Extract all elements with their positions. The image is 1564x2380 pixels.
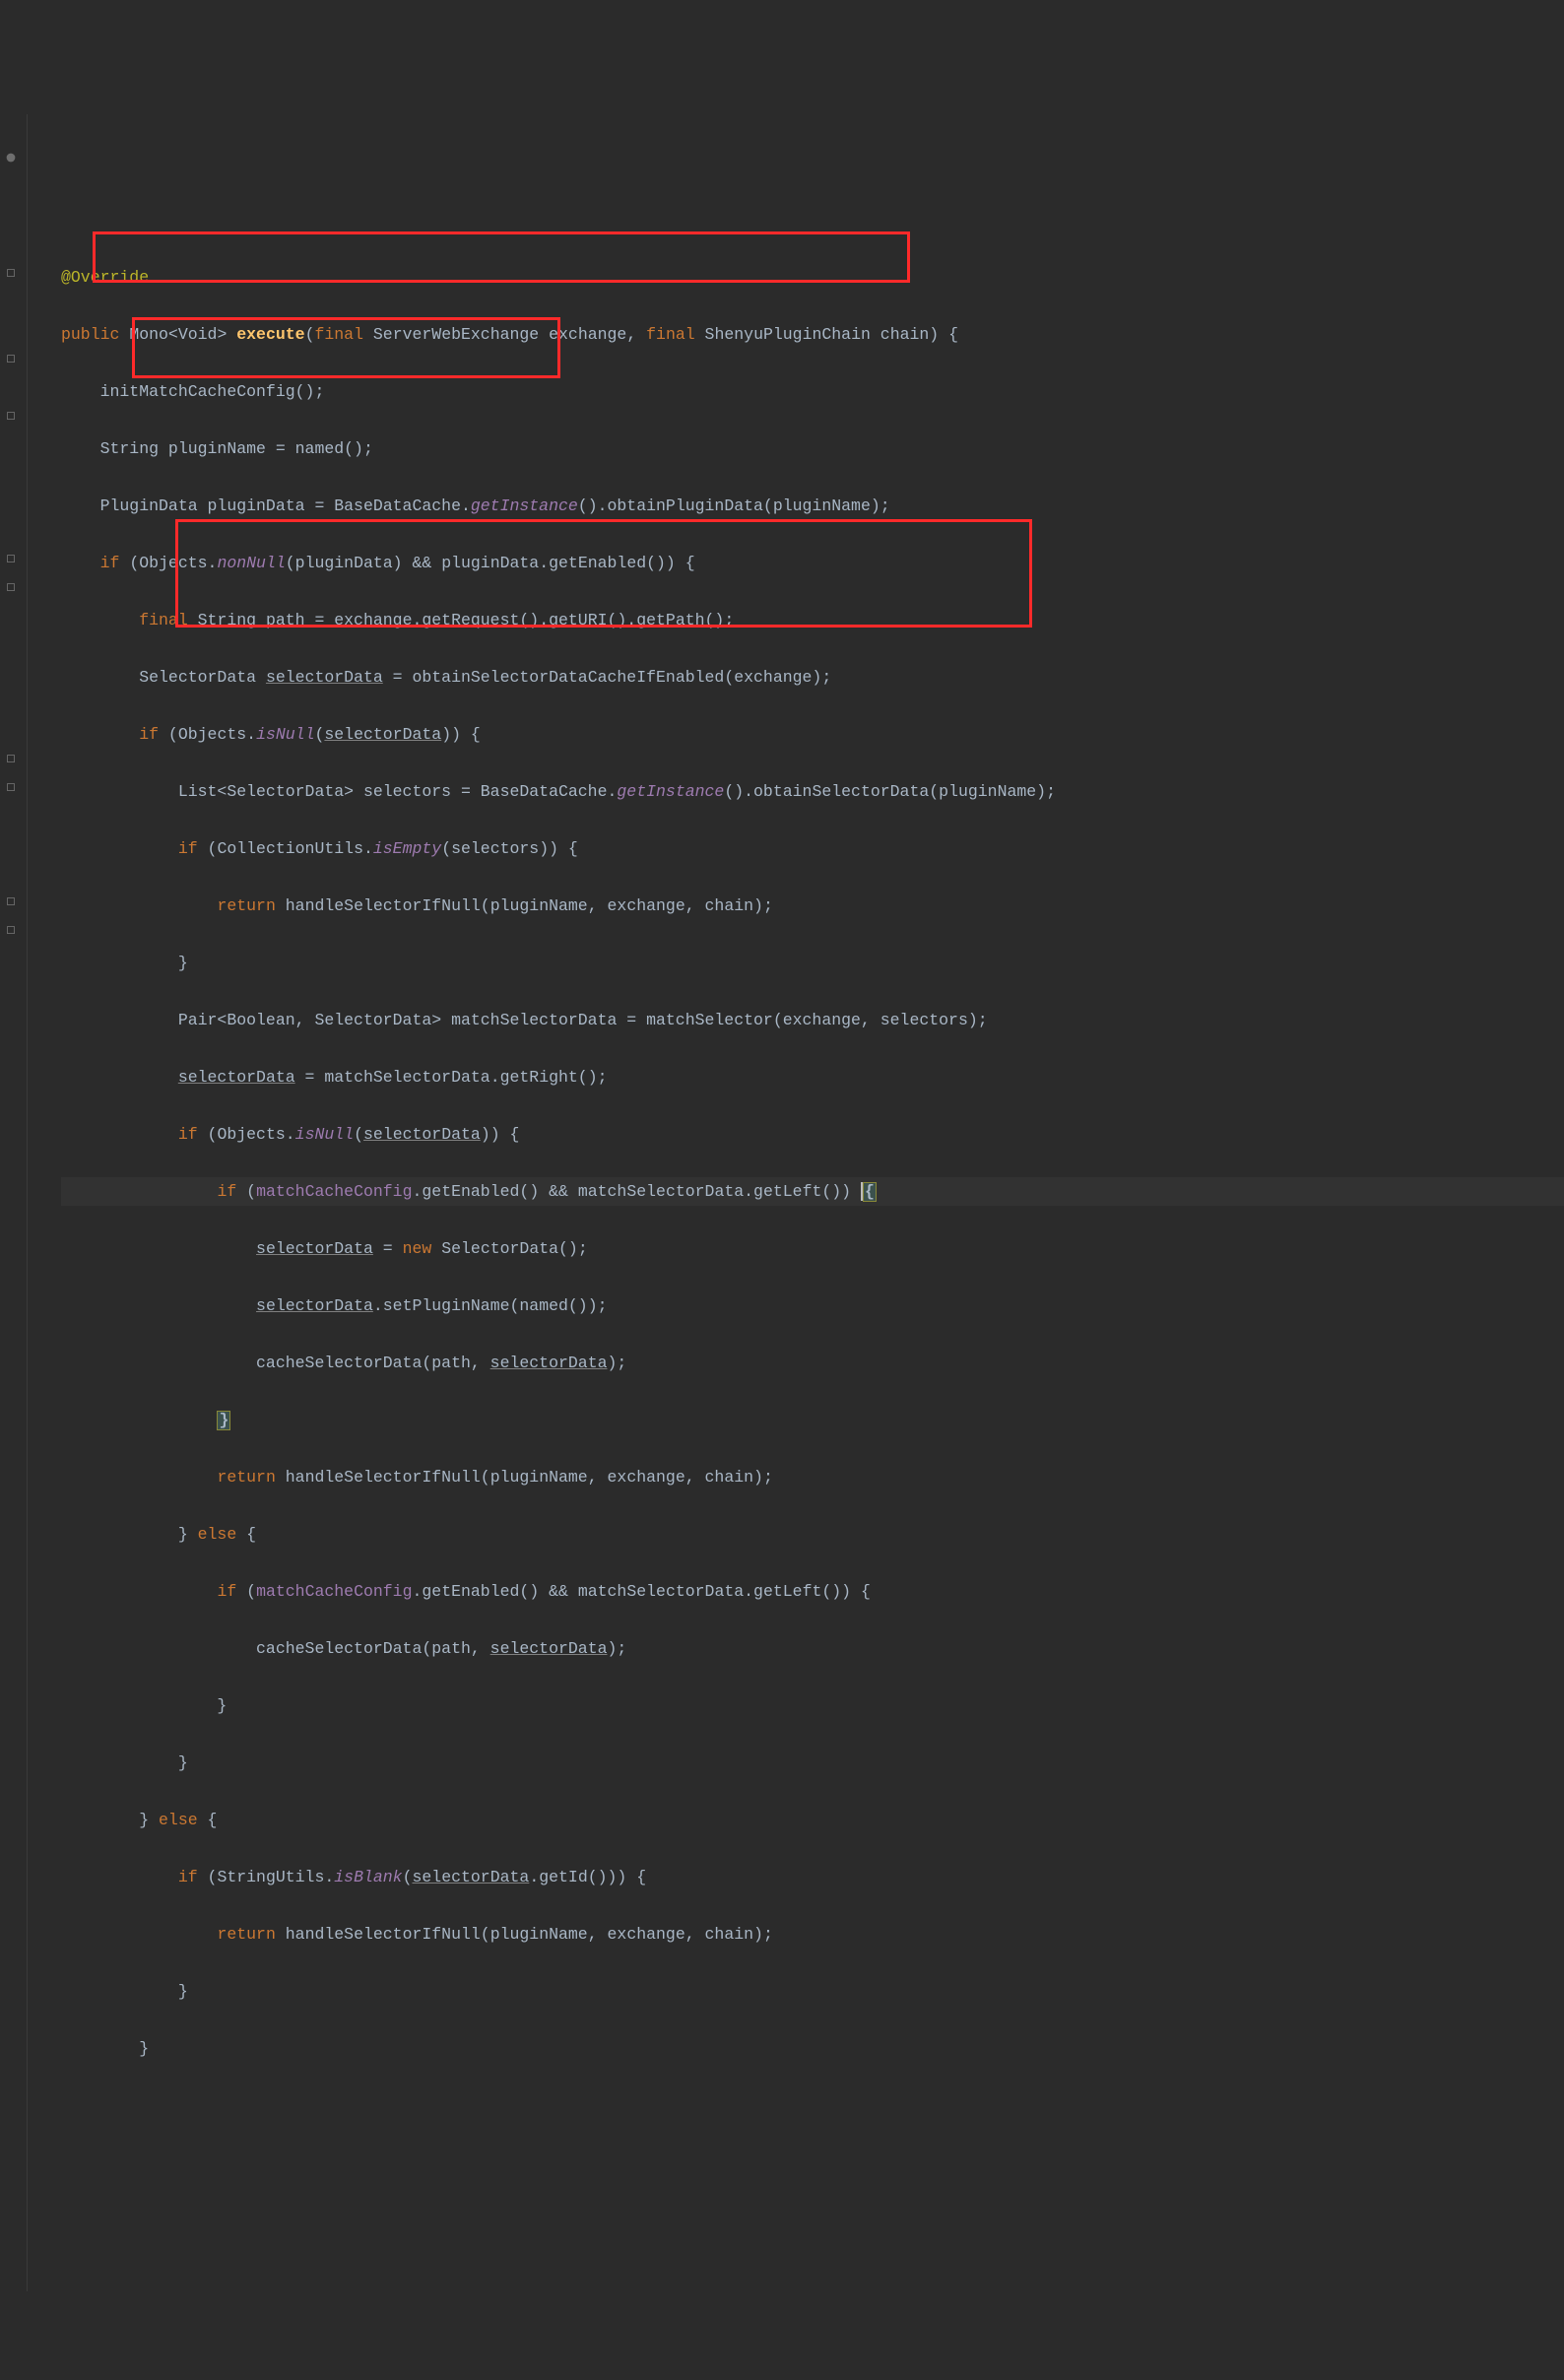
code-line: SelectorData selectorData = obtainSelect…: [61, 663, 1564, 692]
code-line: public Mono<Void> execute(final ServerWe…: [61, 320, 1564, 349]
fold-icon[interactable]: [4, 894, 18, 908]
code-line: if (Objects.isNull(selectorData)) {: [61, 1120, 1564, 1149]
code-line: return handleSelectorIfNull(pluginName, …: [61, 892, 1564, 920]
code-line: List<SelectorData> selectors = BaseDataC…: [61, 777, 1564, 806]
code-line: selectorData = matchSelectorData.getRigh…: [61, 1063, 1564, 1091]
fold-icon[interactable]: [4, 780, 18, 794]
code-line: String pluginName = named();: [61, 434, 1564, 463]
code-area[interactable]: @Override public Mono<Void> execute(fina…: [28, 234, 1564, 2120]
code-line: initMatchCacheConfig();: [61, 377, 1564, 406]
annotation: @Override: [61, 268, 149, 287]
code-line: selectorData.setPluginName(named());: [61, 1291, 1564, 1320]
code-line: }: [61, 949, 1564, 977]
code-line: if (Objects.isNull(selectorData)) {: [61, 720, 1564, 749]
fold-icon[interactable]: [4, 923, 18, 937]
code-line: }: [61, 2034, 1564, 2063]
code-line: if (matchCacheConfig.getEnabled() && mat…: [61, 1577, 1564, 1606]
code-line: }: [61, 1406, 1564, 1434]
code-editor[interactable]: @Override public Mono<Void> execute(fina…: [0, 114, 1564, 2291]
code-line: if (StringUtils.isBlank(selectorData.get…: [61, 1863, 1564, 1891]
code-line: selectorData = new SelectorData();: [61, 1234, 1564, 1263]
code-line: @Override: [61, 263, 1564, 292]
code-line: } else {: [61, 1520, 1564, 1549]
code-line: cacheSelectorData(path, selectorData);: [61, 1634, 1564, 1663]
code-line: }: [61, 1691, 1564, 1720]
code-line: }: [61, 1749, 1564, 1777]
matched-brace: {: [863, 1182, 877, 1202]
matched-brace: }: [217, 1411, 230, 1430]
override-gutter-icon: [4, 151, 18, 165]
code-line: cacheSelectorData(path, selectorData);: [61, 1349, 1564, 1377]
code-line: }: [61, 1977, 1564, 2006]
code-line: return handleSelectorIfNull(pluginName, …: [61, 1920, 1564, 1949]
code-line: if (CollectionUtils.isEmpty(selectors)) …: [61, 834, 1564, 863]
code-line: return handleSelectorIfNull(pluginName, …: [61, 1463, 1564, 1491]
code-line: Pair<Boolean, SelectorData> matchSelecto…: [61, 1006, 1564, 1034]
editor-gutter: [0, 114, 28, 2291]
code-line: final String path = exchange.getRequest(…: [61, 606, 1564, 634]
method-name: execute: [236, 325, 304, 344]
fold-icon[interactable]: [4, 409, 18, 423]
code-line: if (Objects.nonNull(pluginData) && plugi…: [61, 549, 1564, 577]
code-line: PluginData pluginData = BaseDataCache.ge…: [61, 492, 1564, 520]
fold-icon[interactable]: [4, 752, 18, 765]
code-line: } else {: [61, 1806, 1564, 1834]
fold-icon[interactable]: [4, 580, 18, 594]
fold-icon[interactable]: [4, 552, 18, 565]
code-line-current: if (matchCacheConfig.getEnabled() && mat…: [61, 1177, 1564, 1206]
fold-icon[interactable]: [4, 266, 18, 280]
fold-icon[interactable]: [4, 352, 18, 365]
